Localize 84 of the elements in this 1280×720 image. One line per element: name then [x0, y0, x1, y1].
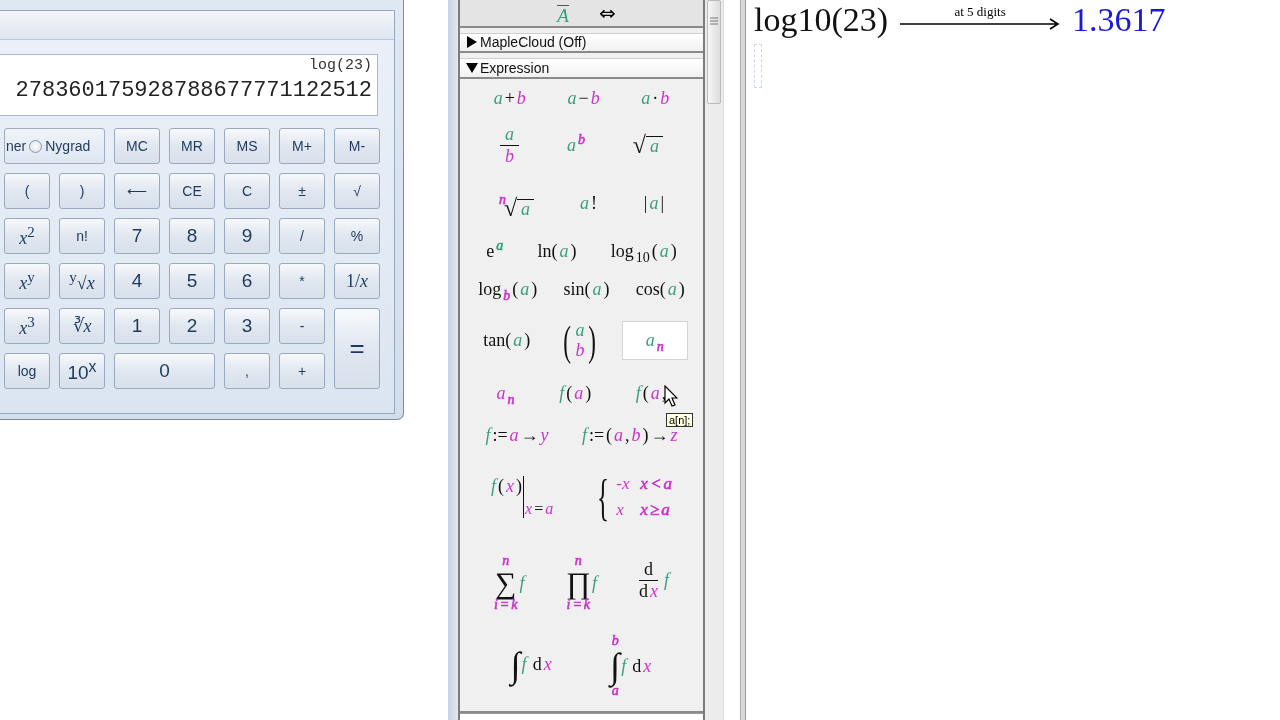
expression-template[interactable]: a! — [571, 190, 605, 218]
scrollbar[interactable] — [705, 0, 724, 720]
calculator-key[interactable]: ( — [4, 173, 50, 209]
expression-template[interactable]: n ∑ i=k f — [485, 546, 533, 616]
expression-template[interactable]: f(x) x=a — [483, 472, 562, 521]
arrow-symbol[interactable]: ⇔ — [598, 0, 616, 25]
expression-template[interactable]: |a| — [635, 190, 673, 218]
radio-label: Nygrad — [45, 138, 91, 154]
calculator-key[interactable]: 7 — [114, 218, 160, 254]
scroll-thumb[interactable] — [707, 0, 721, 104]
calculator-key[interactable]: C — [224, 173, 270, 209]
expression-template[interactable]: f(a) — [551, 380, 600, 408]
math-expression: log10(23) — [754, 1, 889, 39]
calculator-key[interactable]: x$^{y}$ — [4, 263, 50, 299]
calculator-key[interactable]: / — [279, 218, 325, 254]
calculator-key[interactable]: 1/x — [334, 263, 380, 299]
expression-template[interactable]: log$_{10}$(a) — [602, 238, 685, 266]
radio-button[interactable] — [29, 139, 43, 153]
result-value: 278360175928788677771122512 — [15, 78, 372, 103]
expression-template[interactable]: d dx f — [631, 556, 678, 605]
calculator-key[interactable]: % — [334, 218, 380, 254]
calculator-key[interactable]: CE — [169, 173, 215, 209]
calculator-key[interactable]: MC — [114, 128, 160, 164]
calculator-key[interactable]: ∛x — [59, 308, 105, 344]
calculator-key[interactable]: log — [4, 353, 50, 389]
expression-template[interactable]: log$_{b}$(a) — [470, 276, 546, 304]
calculator-key[interactable]: 4 — [114, 263, 160, 299]
calculator-key[interactable]: ⟵ — [114, 173, 160, 209]
radio-label: ner — [6, 138, 27, 154]
grip-icon — [710, 17, 718, 25]
expression-template[interactable]: cos(a) — [627, 276, 693, 304]
expression-template[interactable]: a b — [492, 121, 526, 170]
calculator-key[interactable]: n! — [59, 218, 105, 254]
calculator-key[interactable]: 0 — [114, 353, 215, 389]
calculator-key[interactable]: 3 — [224, 308, 270, 344]
pointer-icon — [664, 385, 678, 407]
expression-template[interactable]: a$^{b}$ — [558, 132, 593, 160]
calculator-key[interactable]: M- — [334, 128, 380, 164]
expression-template[interactable]: a·b — [633, 85, 678, 113]
calculator-key[interactable]: 10$^{x}$ — [59, 353, 105, 389]
calculator-key[interactable]: 9 — [224, 218, 270, 254]
expression-template[interactable]: sin(a) — [555, 276, 618, 304]
expression-template[interactable]: a$_{n}$ — [488, 380, 523, 408]
expression-template[interactable]: a−b — [559, 85, 608, 113]
expression-template[interactable]: a$_{n}$ — [621, 321, 688, 361]
calculator-key[interactable]: x$^{2}$ — [4, 218, 50, 254]
calculator-key[interactable]: M+ — [279, 128, 325, 164]
calculator-key[interactable]: x$^{3}$ — [4, 308, 50, 344]
arrow-label: at 5 digits — [954, 4, 1006, 18]
expression-template[interactable]: a+b — [485, 85, 534, 113]
expression-template[interactable]: e$^{a}$ — [478, 238, 512, 266]
calculator-key[interactable]: 6 — [224, 263, 270, 299]
input-marker — [754, 44, 762, 88]
calculator-key[interactable]: 1 — [114, 308, 160, 344]
calculator-key[interactable]: MS — [224, 128, 270, 164]
calculator-key[interactable]: * — [279, 263, 325, 299]
expression-template[interactable]: √ a — [625, 130, 671, 162]
splitter-bar[interactable] — [741, 0, 746, 720]
expression-template[interactable]: n ∏ i=k f — [558, 546, 606, 616]
section-header[interactable]: MapleCloud (Off) — [460, 32, 703, 54]
expression-text: log(23) — [309, 57, 372, 74]
expand-icon — [466, 36, 478, 49]
calculator-key[interactable]: √ — [334, 173, 380, 209]
calculator-key[interactable]: ) — [59, 173, 105, 209]
calculator-key[interactable]: - — [279, 308, 325, 344]
arrow-icon — [900, 17, 1061, 30]
expression-template[interactable]: f:=a→y — [477, 422, 557, 450]
calculator-key[interactable]: + — [279, 353, 325, 389]
calculator-key[interactable]: = — [334, 308, 380, 389]
section-header[interactable]: Expression — [460, 58, 703, 79]
expression-template[interactable]: {-x x<a x x≥a — [584, 468, 680, 525]
calculator-key[interactable]: $^{y}$√x — [59, 263, 105, 299]
expression-template[interactable]: b ∫ a f dx — [603, 626, 660, 702]
math-result: 1.3617 — [1072, 1, 1166, 39]
expression-template[interactable]: ln(a) — [529, 238, 585, 266]
calculator-key[interactable]: ± — [279, 173, 325, 209]
calculator-key[interactable]: 5 — [169, 263, 215, 299]
expand-icon — [466, 61, 478, 74]
calculator-key[interactable]: 8 — [169, 218, 215, 254]
tooltip: a[n]; — [666, 413, 694, 427]
expression-template[interactable]: tan(a) — [475, 327, 539, 355]
calculator-key[interactable]: MR — [169, 128, 215, 164]
calculator-key[interactable]: , — [224, 353, 270, 389]
calculator-key[interactable]: 2 — [169, 308, 215, 344]
